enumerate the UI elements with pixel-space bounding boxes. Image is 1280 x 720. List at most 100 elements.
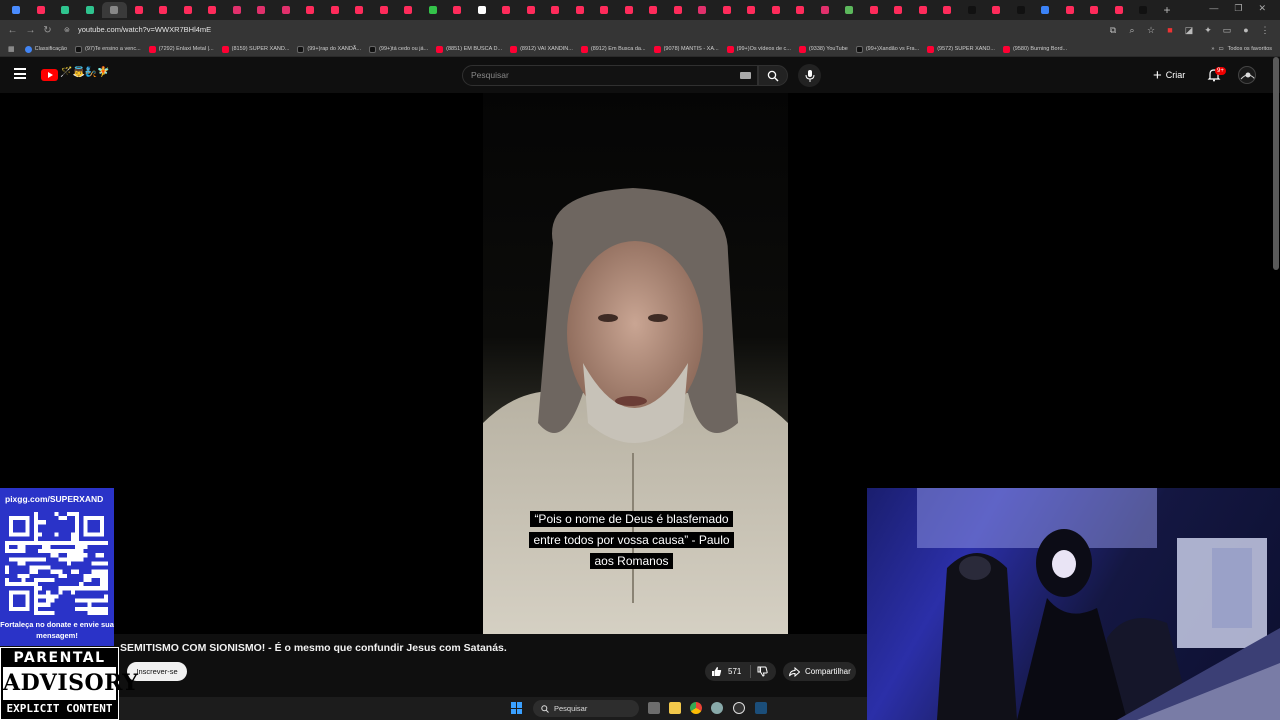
browser-tab[interactable] — [102, 2, 127, 18]
bookmark-item[interactable]: (8912) Em Busca da... — [580, 45, 646, 53]
browser-tab[interactable] — [690, 2, 715, 18]
browser-tab[interactable] — [1082, 2, 1107, 18]
task-view-icon[interactable] — [648, 702, 660, 714]
browser-tab[interactable] — [543, 2, 568, 18]
extension-red-icon[interactable]: ■ — [1165, 24, 1175, 36]
browser-tab[interactable] — [935, 2, 960, 18]
bookmark-item[interactable]: (9580) Burning Bord... — [1002, 45, 1067, 53]
obs-icon[interactable] — [733, 702, 745, 714]
browser-tab[interactable] — [176, 2, 201, 18]
browser-tab[interactable] — [127, 2, 152, 18]
taskbar-search[interactable]: Pesquisar — [533, 700, 639, 717]
browser-tab[interactable] — [396, 2, 421, 18]
cast-icon[interactable]: ▭ — [1222, 24, 1232, 36]
browser-tab[interactable] — [470, 2, 495, 18]
voice-search-button[interactable] — [798, 64, 821, 87]
bookmark-item[interactable]: (9078) MANTIS - XA... — [653, 45, 719, 53]
share-button[interactable]: Compartilhar — [783, 662, 856, 681]
apps-icon[interactable]: ▦ — [8, 45, 15, 53]
browser-tab[interactable] — [200, 2, 225, 18]
browser-tab[interactable] — [53, 2, 78, 18]
browser-tab[interactable] — [592, 2, 617, 18]
chrome-icon[interactable] — [690, 702, 702, 714]
bookmark-star-icon[interactable]: ☆ — [1146, 24, 1156, 36]
browser-tab[interactable] — [788, 2, 813, 18]
bookmark-item[interactable]: (99+)Os vídeos de c... — [726, 45, 791, 53]
bookmarks-more-button[interactable]: » — [1211, 46, 1214, 52]
browser-tab[interactable] — [519, 2, 544, 18]
url-field[interactable]: youtube.com/watch?v=WWXR7BHl4mE — [78, 25, 211, 34]
browser-tab[interactable] — [29, 2, 54, 18]
page-scrollbar[interactable] — [1273, 57, 1279, 270]
youtube-logo[interactable] — [41, 69, 58, 81]
bookmark-item[interactable]: (7292) Enlaxi Metal |... — [148, 45, 214, 53]
reload-icon[interactable]: ↻ — [38, 25, 57, 36]
extension-icon[interactable]: ◪ — [1184, 24, 1194, 36]
bookmark-item[interactable]: (8851) EM BUSCA D... — [436, 45, 502, 53]
zoom-icon[interactable]: ⌕ — [1127, 24, 1137, 36]
browser-tab[interactable] — [837, 2, 862, 18]
create-button[interactable]: + Criar — [1153, 67, 1185, 83]
browser-tab[interactable] — [249, 2, 274, 18]
all-favorites-link[interactable]: Todos os favoritos — [1228, 46, 1272, 52]
browser-tab[interactable] — [372, 2, 397, 18]
site-info-icon[interactable]: ⊜ — [64, 26, 70, 34]
browser-tab[interactable] — [1033, 2, 1058, 18]
new-tab-button[interactable]: + — [1164, 3, 1171, 17]
install-app-icon[interactable]: ⧉ — [1108, 24, 1118, 36]
steam-icon[interactable] — [755, 702, 767, 714]
browser-tab[interactable] — [421, 2, 446, 18]
account-avatar[interactable] — [1238, 66, 1256, 84]
browser-tab[interactable] — [960, 2, 985, 18]
browser-tab[interactable] — [886, 2, 911, 18]
search-input[interactable]: Pesquisar — [462, 65, 758, 86]
file-explorer-icon[interactable] — [669, 702, 681, 714]
puzzle-icon[interactable]: ✦ — [1203, 24, 1213, 36]
browser-tab[interactable] — [641, 2, 666, 18]
bookmark-item[interactable]: Classificação — [24, 45, 67, 53]
browser-tab[interactable] — [347, 2, 372, 18]
browser-tab[interactable] — [813, 2, 838, 18]
restore-icon[interactable]: ❐ — [1234, 3, 1242, 14]
browser-tab[interactable] — [1131, 2, 1156, 18]
browser-tab[interactable] — [1107, 2, 1132, 18]
close-icon[interactable]: ✕ — [1258, 3, 1266, 14]
browser-tab[interactable] — [1058, 2, 1083, 18]
minimize-icon[interactable]: — — [1209, 3, 1218, 14]
keyboard-icon[interactable] — [740, 72, 751, 79]
browser-tab[interactable] — [323, 2, 348, 18]
bookmark-item[interactable]: (8159) SUPER XAND... — [221, 45, 289, 53]
browser-tab[interactable] — [764, 2, 789, 18]
hamburger-menu-icon[interactable] — [14, 68, 26, 79]
bookmark-item[interactable]: (9338) YouTube — [798, 45, 848, 53]
browser-tab[interactable] — [739, 2, 764, 18]
browser-tab[interactable] — [494, 2, 519, 18]
browser-tab[interactable] — [4, 2, 29, 18]
browser-tab[interactable] — [445, 2, 470, 18]
like-button[interactable]: 571 — [705, 665, 751, 678]
browser-tab[interactable] — [298, 2, 323, 18]
bookmark-item[interactable]: (99+)tá cedo ou já... — [369, 45, 428, 53]
browser-tab[interactable] — [666, 2, 691, 18]
browser-tab[interactable] — [862, 2, 887, 18]
browser-tab[interactable] — [715, 2, 740, 18]
menu-icon[interactable]: ⋮ — [1260, 24, 1270, 36]
search-button[interactable] — [758, 65, 788, 86]
browser-tab[interactable] — [568, 2, 593, 18]
browser-tab[interactable] — [984, 2, 1009, 18]
browser-tab[interactable] — [1009, 2, 1034, 18]
browser-tab[interactable] — [617, 2, 642, 18]
bookmark-item[interactable]: (97)Te ensino a venc... — [75, 45, 141, 53]
windows-start-icon[interactable] — [511, 702, 523, 714]
browser-tab[interactable] — [151, 2, 176, 18]
bookmark-item[interactable]: (99+)Xandão vs Fra... — [855, 45, 919, 53]
bookmark-item[interactable]: (99+)rap do XANDÃ... — [297, 45, 361, 53]
browser-tab[interactable] — [911, 2, 936, 18]
browser-tab[interactable] — [274, 2, 299, 18]
browser-tab[interactable] — [78, 2, 103, 18]
dislike-button[interactable] — [751, 666, 768, 677]
profile-icon[interactable]: ● — [1241, 24, 1251, 36]
bookmark-item[interactable]: (9572) SUPER XAND... — [927, 45, 995, 53]
settings-icon[interactable] — [711, 702, 723, 714]
back-icon[interactable]: ← — [3, 25, 22, 36]
